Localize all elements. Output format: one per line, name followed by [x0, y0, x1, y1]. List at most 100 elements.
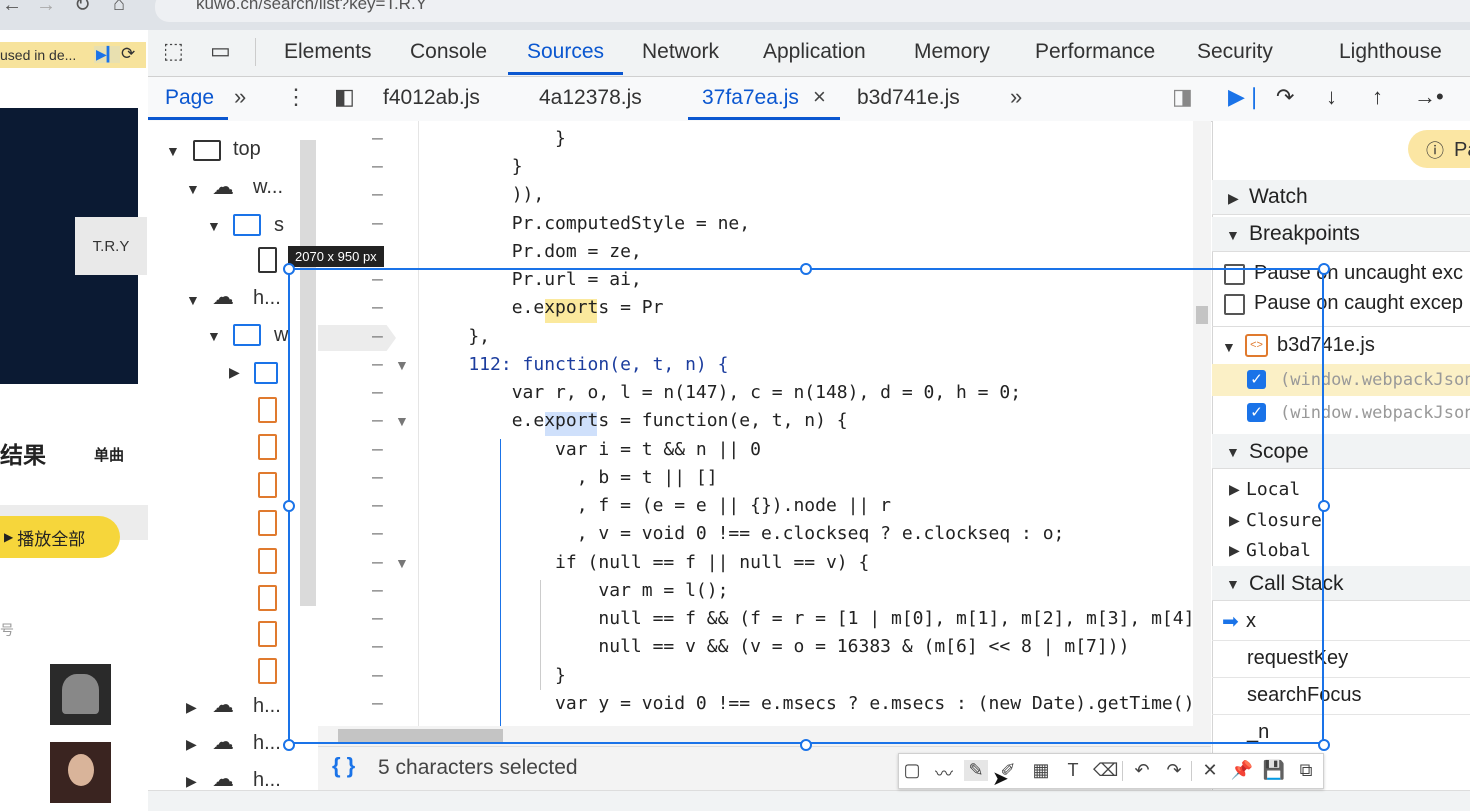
tab-elements[interactable]: Elements: [284, 40, 372, 64]
tab-application[interactable]: Application: [763, 40, 866, 64]
resize-handle[interactable]: [283, 263, 295, 275]
code-line[interactable]: }: [425, 128, 566, 149]
expand-arrow-icon[interactable]: ▼: [207, 218, 221, 234]
tab-security[interactable]: Security: [1197, 40, 1273, 64]
artist-card[interactable]: T.R.Y: [75, 217, 147, 275]
js-file-icon[interactable]: [258, 434, 277, 460]
drawer-tab-bar: [148, 790, 1470, 811]
expand-arrow-icon[interactable]: ▼: [166, 143, 180, 159]
mosaic-tool-icon[interactable]: ▦: [1029, 760, 1053, 781]
line-number[interactable]: –: [372, 184, 383, 205]
toggle-debugger-icon[interactable]: ◨: [1172, 84, 1193, 110]
breakpoints-title[interactable]: Breakpoints: [1249, 222, 1360, 246]
close-icon[interactable]: ✕: [1198, 760, 1222, 781]
js-file-icon[interactable]: [258, 621, 277, 647]
line-number[interactable]: –: [372, 128, 383, 149]
file-tab[interactable]: b3d741e.js: [857, 86, 960, 110]
back-icon[interactable]: ←: [2, 0, 22, 17]
collapse-arrow-icon[interactable]: ▶: [186, 736, 197, 753]
pretty-print-icon[interactable]: { }: [332, 753, 355, 779]
collapse-arrow-icon[interactable]: ▶: [186, 699, 197, 716]
save-icon[interactable]: 💾: [1262, 760, 1286, 781]
file-tab[interactable]: 4a12378.js: [539, 86, 642, 110]
step-into-icon[interactable]: ↓: [1326, 84, 1337, 110]
tree-item-top[interactable]: top: [233, 138, 261, 161]
step-over-icon[interactable]: ⟳: [121, 44, 135, 64]
expand-arrow-icon[interactable]: ▼: [1226, 227, 1240, 243]
collapse-arrow-icon[interactable]: ▶: [186, 773, 197, 790]
url-text[interactable]: kuwo.cn/search/list?key=T.R.Y: [196, 0, 427, 14]
more-tabs-icon[interactable]: »: [234, 84, 246, 110]
redo-icon[interactable]: ↷: [1162, 760, 1186, 781]
tab-performance[interactable]: Performance: [1035, 40, 1155, 64]
tree-item-domain[interactable]: h...: [253, 732, 281, 755]
screenshot-selection-box[interactable]: [288, 268, 1324, 744]
close-tab-icon[interactable]: ×: [813, 84, 826, 110]
tab-lighthouse[interactable]: Lighthouse: [1339, 40, 1442, 64]
line-number[interactable]: –: [372, 156, 383, 177]
resize-handle[interactable]: [800, 739, 812, 751]
eraser-tool-icon[interactable]: ⌫: [1093, 760, 1118, 781]
copy-icon[interactable]: ⧉: [1294, 760, 1318, 781]
resize-handle[interactable]: [1318, 263, 1330, 275]
resize-handle[interactable]: [283, 739, 295, 751]
resize-handle[interactable]: [1318, 500, 1330, 512]
pen-tool-icon[interactable]: ✎: [964, 760, 988, 781]
single-tab[interactable]: 单曲: [94, 444, 124, 465]
tree-item-domain[interactable]: h...: [253, 769, 281, 792]
line-number[interactable]: –: [372, 213, 383, 234]
step-icon[interactable]: →•: [1414, 84, 1444, 110]
tree-item-domain[interactable]: w...: [253, 176, 283, 199]
js-file-icon[interactable]: [258, 585, 277, 611]
tab-memory[interactable]: Memory: [914, 40, 990, 64]
device-toolbar-icon[interactable]: ▭: [210, 38, 231, 64]
collapse-arrow-icon[interactable]: ▶: [229, 364, 240, 381]
expand-arrow-icon[interactable]: ▼: [186, 292, 200, 308]
tab-network[interactable]: Network: [642, 40, 719, 64]
resume-icon[interactable]: ▶▎: [94, 46, 120, 63]
page-tab[interactable]: Page: [165, 86, 214, 110]
album-cover[interactable]: [50, 742, 111, 803]
file-tab-active[interactable]: 37fa7ea.js: [702, 86, 799, 110]
line-tool-icon[interactable]: 〰: [932, 760, 956, 786]
watch-title[interactable]: Watch: [1249, 185, 1308, 209]
tab-console[interactable]: Console: [410, 40, 487, 64]
reload-icon[interactable]: ↻: [74, 0, 91, 17]
forward-icon[interactable]: →: [36, 0, 56, 17]
pin-icon[interactable]: 📌: [1230, 760, 1254, 781]
undo-icon[interactable]: ↶: [1130, 760, 1154, 781]
file-tab[interactable]: f4012ab.js: [383, 86, 480, 110]
tree-item-domain[interactable]: h...: [253, 287, 281, 310]
tab-sources[interactable]: Sources: [527, 40, 604, 64]
tree-item-folder[interactable]: s: [274, 214, 284, 237]
js-file-icon[interactable]: [258, 510, 277, 536]
code-line[interactable]: Pr.computedStyle = ne,: [425, 213, 750, 234]
js-file-icon[interactable]: [258, 397, 277, 423]
resize-handle[interactable]: [283, 500, 295, 512]
resume-script-icon[interactable]: ▶❘: [1228, 84, 1263, 110]
code-line[interactable]: )),: [425, 184, 545, 205]
more-options-icon[interactable]: ⋮: [285, 84, 307, 110]
expand-arrow-icon[interactable]: ▼: [186, 181, 200, 197]
js-file-icon[interactable]: [258, 548, 277, 574]
resize-handle[interactable]: [1318, 739, 1330, 751]
tree-item-domain[interactable]: h...: [253, 695, 281, 718]
album-cover[interactable]: [50, 664, 111, 725]
collapse-arrow-icon[interactable]: ▶: [1228, 190, 1239, 207]
step-out-icon[interactable]: ↑: [1372, 84, 1383, 110]
play-all-button[interactable]: ▶ 播放全部: [0, 516, 120, 558]
code-line[interactable]: Pr.dom = ze,: [425, 241, 642, 262]
js-file-icon[interactable]: [258, 658, 277, 684]
expand-arrow-icon[interactable]: ▼: [207, 328, 221, 344]
home-icon[interactable]: ⌂: [113, 0, 125, 16]
toggle-navigator-icon[interactable]: ◧: [334, 84, 355, 110]
more-files-icon[interactable]: »: [1010, 84, 1022, 110]
step-over-icon[interactable]: ↷: [1276, 84, 1294, 110]
code-line[interactable]: }: [425, 156, 523, 177]
inspect-element-icon[interactable]: ⬚: [163, 38, 184, 64]
tree-item-folder[interactable]: w: [274, 324, 288, 347]
resize-handle[interactable]: [800, 263, 812, 275]
rectangle-tool-icon[interactable]: ▢: [900, 760, 924, 781]
js-file-icon[interactable]: [258, 472, 277, 498]
text-tool-icon[interactable]: T: [1061, 760, 1085, 781]
